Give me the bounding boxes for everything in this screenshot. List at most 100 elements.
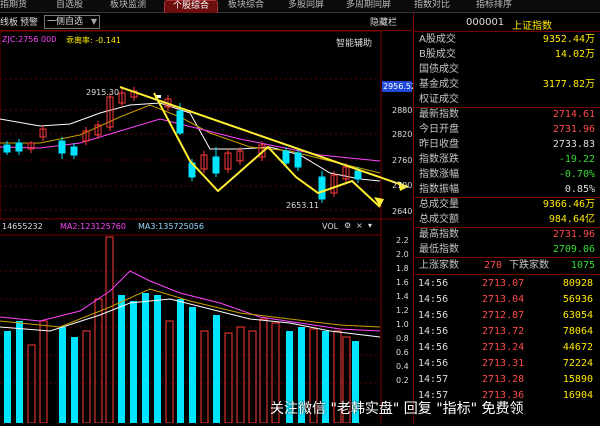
quote-row: 最新指数 2714.61	[414, 108, 600, 122]
quote-row-value: 2731.96	[552, 229, 595, 240]
quote-row: 基金成交 3177.82万	[414, 78, 600, 92]
divider	[414, 257, 600, 258]
price-flag: 2956.52	[383, 82, 417, 91]
quote-row-value: 3177.82万	[542, 79, 595, 90]
tick-time: 14:57	[418, 374, 449, 385]
tab-index-compare[interactable]: 指数对比	[414, 0, 450, 12]
smart-assist-button[interactable]: 智能辅助	[336, 36, 372, 49]
quote-row-label: 指数涨幅	[419, 169, 459, 180]
tick-volume: 78064	[562, 326, 593, 337]
quote-row-value: -19.22	[558, 154, 595, 165]
quote-row-value: 2731.96	[552, 124, 595, 135]
indicator-line-label: ZJC:2756 000	[2, 35, 57, 44]
gear-icon[interactable]: ⚙	[344, 221, 351, 230]
vol-tick: 1.0	[396, 320, 409, 329]
tab-sector-overview[interactable]: 板块综合	[228, 0, 264, 12]
vol-value-label: 14655232	[2, 222, 43, 231]
low-price-note: 2653.11	[286, 201, 320, 210]
tick-price: 2713.28	[482, 374, 525, 385]
tick-price: 2713.72	[482, 326, 525, 337]
tick-volume: 56936	[562, 294, 593, 305]
tick-time: 14:56	[418, 310, 449, 321]
line-board-button[interactable]: 线板	[0, 15, 18, 28]
tick-time: 14:56	[418, 326, 449, 337]
quote-row-label: 总成交量	[419, 199, 459, 210]
tick-row: 14:56 2713.31 72224	[414, 356, 600, 371]
tick-price: 2712.87	[482, 310, 525, 321]
price-tick-2700: 2700	[392, 181, 413, 190]
quote-row-label: 指数涨跌	[419, 154, 459, 165]
quote-row: 指数涨幅 -0.70%	[414, 168, 600, 182]
tab-multi-stock[interactable]: 多股同屏	[288, 0, 324, 12]
chevron-down-icon[interactable]: ▾	[368, 221, 372, 230]
quote-row-label: 最新指数	[419, 109, 459, 120]
vol-tick: 0.2	[396, 376, 409, 385]
tab-stock-overview[interactable]: 个股综合	[164, 0, 218, 14]
chart-area: ZJC:2756 000 乖离率: -0.141 智能辅助 2915.30 26…	[0, 30, 416, 424]
group-select[interactable]: 一侧自选 ▼	[44, 15, 100, 29]
quote-header: 000001 上证指数	[414, 13, 600, 32]
quote-row: 总成交量 9366.46万	[414, 198, 600, 212]
quote-row: 总成交额 984.64亿	[414, 213, 600, 227]
price-tick-2880: 2880	[392, 106, 413, 115]
quote-row-value: 9366.46万	[542, 199, 595, 210]
tab-watchlist[interactable]: 自选股	[56, 0, 83, 12]
tick-row: 14:56 2713.24 44672	[414, 340, 600, 355]
tick-time: 14:56	[418, 278, 449, 289]
down-count-value: 1075	[570, 260, 595, 271]
vol-tick: 0.6	[396, 348, 409, 357]
tab-sector-monitor[interactable]: 板块监测	[110, 0, 146, 12]
quote-row: 最高指数 2731.96	[414, 228, 600, 242]
quote-row-label: 昨日收盘	[419, 139, 459, 150]
tab-multi-period[interactable]: 多周期同屏	[346, 0, 391, 12]
tick-time: 14:56	[418, 358, 449, 369]
tick-time: 14:56	[418, 342, 449, 353]
tick-volume: 80928	[562, 278, 593, 289]
quote-row-value: -0.70%	[558, 169, 595, 180]
quote-row: 昨日收盘 2733.83	[414, 138, 600, 152]
quote-row-value: 9352.44万	[542, 34, 595, 45]
chevron-down-icon: ▼	[90, 17, 97, 26]
volume-bars	[4, 236, 359, 424]
tick-row: 14:56 2713.07 80928	[414, 276, 600, 291]
advance-decline-row: 上涨家数 270 下跌家数 1075	[414, 259, 600, 273]
tab-indicator-sort[interactable]: 指标排序	[476, 0, 512, 12]
vol-tick: 0.8	[396, 334, 409, 343]
quote-row: 指数涨跌 -19.22	[414, 153, 600, 167]
tick-price: 2713.24	[482, 342, 525, 353]
quote-row-label: A股成交	[419, 34, 456, 45]
vol-title: VOL	[322, 222, 339, 231]
price-tick-2760: 2760	[392, 156, 413, 165]
alert-button[interactable]: 预警	[20, 15, 38, 28]
quote-row-value: 984.64亿	[548, 214, 595, 225]
vol-tick: 1.6	[396, 278, 409, 287]
quote-row: 权证成交	[414, 93, 600, 107]
tick-price: 2713.04	[482, 294, 525, 305]
quote-row: A股成交 9352.44万	[414, 33, 600, 47]
close-icon[interactable]: ×	[356, 221, 363, 230]
tick-row: 14:56 2712.87 63054	[414, 308, 600, 323]
quote-row-label: 今日开盘	[419, 124, 459, 135]
tick-price: 2713.07	[482, 278, 525, 289]
down-count-label: 下跌家数	[509, 260, 549, 271]
quote-row-label: 最高指数	[419, 229, 459, 240]
tab-index-futures[interactable]: 指期货	[0, 0, 27, 12]
tick-row: 14:56 2713.04 56936	[414, 292, 600, 307]
vol-ma2-label: MA2:123125760	[60, 222, 126, 231]
hide-panel-button[interactable]: 隐藏栏	[370, 15, 397, 28]
tick-volume: 16904	[562, 390, 593, 401]
price-tick-2640: 2640	[392, 207, 413, 216]
index-code: 000001	[466, 17, 505, 28]
vol-tick: 0.4	[396, 362, 409, 371]
tick-row: 14:57 2713.28 15890	[414, 372, 600, 387]
quote-panel: 000001 上证指数 A股成交 9352.44万 B股成交 14.02万 国债成交 基金…	[413, 13, 600, 423]
vol-tick: 2.0	[396, 250, 409, 259]
up-count-label: 上涨家数	[419, 260, 459, 271]
high-price-note: 2915.30	[86, 88, 120, 97]
quote-row-label: 最低指数	[419, 244, 459, 255]
quote-row: 今日开盘 2731.96	[414, 123, 600, 137]
tick-volume: 72224	[562, 358, 593, 369]
tick-price: 2713.31	[482, 358, 525, 369]
tick-volume: 44672	[562, 342, 593, 353]
quote-row-value: 2733.83	[552, 139, 595, 150]
